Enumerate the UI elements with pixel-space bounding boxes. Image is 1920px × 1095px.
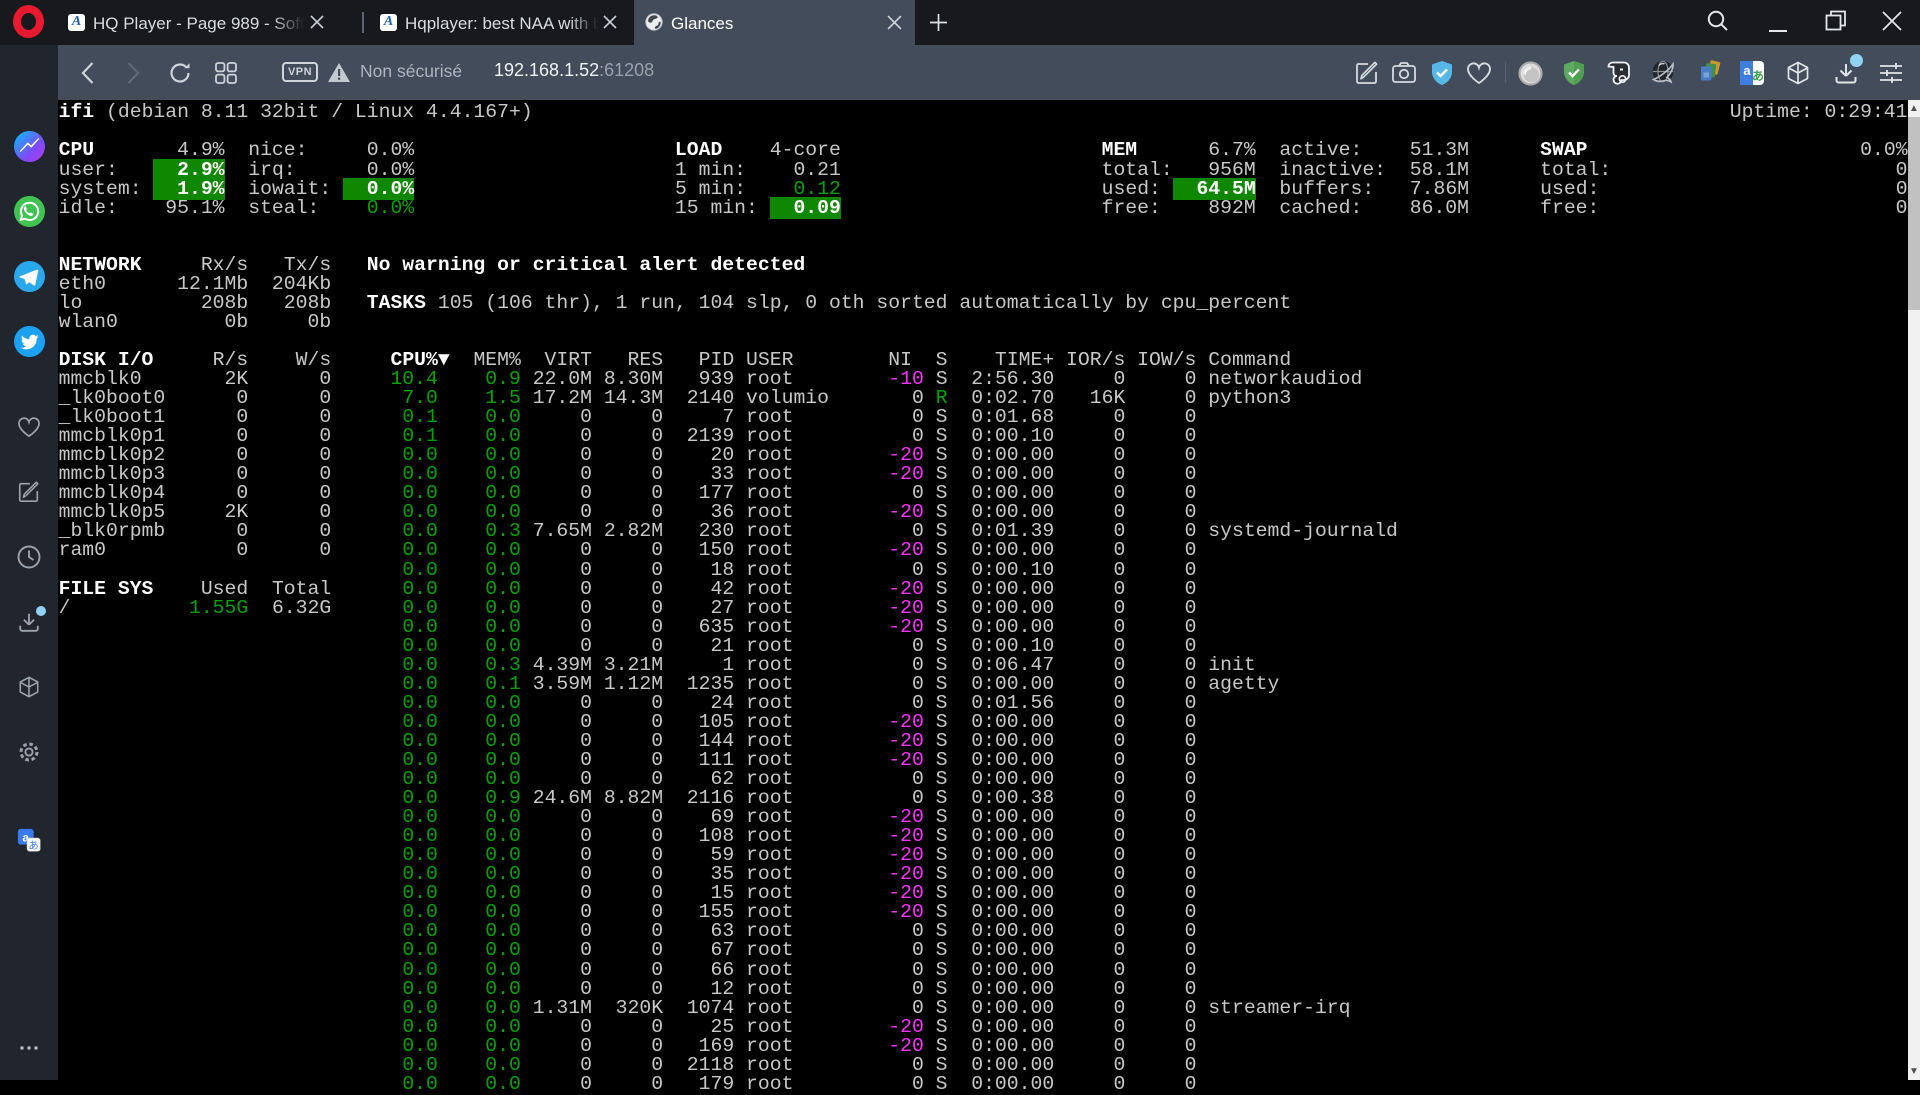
svg-text:a: a xyxy=(1743,63,1751,78)
svg-text:あ: あ xyxy=(1752,69,1764,83)
svg-text:あ: あ xyxy=(29,840,39,852)
